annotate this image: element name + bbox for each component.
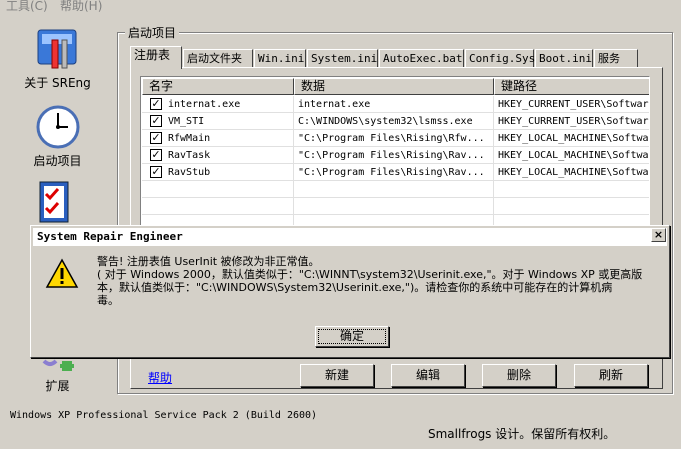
group-title: 启动项目	[125, 24, 180, 41]
dialog-line: 警告! 注册表值 UserInit 被修改为非正常值。	[97, 255, 320, 268]
ok-button[interactable]: 确定	[315, 326, 389, 347]
clock-icon	[36, 105, 79, 149]
cell-name: RavStub	[168, 164, 294, 181]
cell-data: C:\WINDOWS\system32\lsmss.exe	[298, 113, 494, 130]
cell-data: "C:\Program Files\Rising\Rav...	[298, 147, 494, 164]
warning-icon	[45, 258, 79, 288]
menu-tools[interactable]: 工具(C)	[6, 0, 48, 14]
dialog-line: 毒。	[97, 294, 119, 307]
column-name[interactable]: 名字	[142, 78, 294, 95]
sidebar-item-extensions[interactable]: 扩展	[0, 359, 115, 394]
empty-cell	[294, 198, 494, 215]
edit-button[interactable]: 编辑	[391, 364, 465, 387]
table-row[interactable]: ✓ RavStub "C:\Program Files\Rising\Rav..…	[142, 164, 649, 181]
empty-cell	[142, 198, 294, 215]
tab-autoexec-bat[interactable]: AutoExec.bat	[379, 49, 464, 68]
help-link[interactable]: 帮助	[148, 369, 172, 386]
cell-path: HKEY_LOCAL_MACHINE\Softwa	[498, 167, 649, 178]
close-icon[interactable]: ×	[651, 228, 666, 242]
cell-name: RavTask	[168, 147, 294, 164]
puzzle-icon	[42, 359, 74, 371]
dialog-message: 警告! 注册表值 UserInit 被修改为非正常值。 ( 对于 Windows…	[97, 255, 662, 307]
cell-data: "C:\Program Files\Rising\Rav...	[298, 164, 494, 181]
cell-data: internat.exe	[298, 96, 494, 113]
tab-registry[interactable]: 注册表	[130, 46, 182, 69]
cell-data: "C:\Program Files\Rising\Rfw...	[298, 130, 494, 147]
sidebar-item-label: 启动项目	[33, 154, 82, 168]
list-header: 名字 数据 键路径	[142, 78, 649, 95]
cell-path: HKEY_LOCAL_MACHINE\Softwa	[498, 150, 649, 161]
cell-name: VM_STI	[168, 113, 294, 130]
table-row[interactable]: ✓ VM_STI C:\WINDOWS\system32\lsmss.exe H…	[142, 113, 649, 130]
tools-icon	[37, 29, 76, 69]
cell-name: internat.exe	[168, 96, 294, 113]
column-data[interactable]: 数据	[294, 78, 494, 95]
dialog-line: ( 对于 Windows 2000，默认值类似于："C:\WINNT\syste…	[97, 268, 643, 281]
row-checkbox[interactable]: ✓	[150, 149, 162, 161]
tab-boot-ini[interactable]: Boot.ini	[535, 49, 593, 68]
row-checkbox[interactable]: ✓	[150, 98, 162, 110]
table-row[interactable]: ✓ internat.exe internat.exe HKEY_CURRENT…	[142, 96, 649, 113]
refresh-button[interactable]: 刷新	[574, 364, 648, 387]
empty-cell	[142, 181, 294, 198]
row-checkbox[interactable]: ✓	[150, 132, 162, 144]
new-button[interactable]: 新建	[300, 364, 374, 387]
tab-config-sys[interactable]: Config.Sys	[465, 49, 535, 68]
cell-path: HKEY_CURRENT_USER\Softwar	[498, 116, 649, 127]
row-checkbox[interactable]: ✓	[150, 166, 162, 178]
empty-row	[142, 198, 649, 215]
cell-path: HKEY_CURRENT_USER\Softwar	[498, 99, 649, 110]
empty-cell	[294, 181, 494, 198]
os-version-text: Windows XP Professional Service Pack 2 (…	[10, 410, 318, 421]
tab-startup-folder[interactable]: 启动文件夹	[183, 49, 253, 68]
sidebar-item-label: 扩展	[45, 379, 70, 393]
sidebar-item-label: 关于 SREng	[24, 76, 91, 90]
table-row[interactable]: ✓ RfwMain "C:\Program Files\Rising\Rfw..…	[142, 130, 649, 147]
menu-bar: 工具(C) 帮助(H)	[0, 0, 681, 14]
tab-win-ini[interactable]: Win.ini	[254, 49, 306, 68]
checklist-icon	[39, 181, 68, 223]
dialog-line: 本，默认值类似于："C:\WINDOWS\System32\Userinit.e…	[97, 281, 613, 294]
cell-path: HKEY_LOCAL_MACHINE\Softwa	[498, 133, 649, 144]
tab-services[interactable]: 服务	[594, 49, 638, 68]
sidebar-item-checklist[interactable]	[0, 180, 115, 226]
credit-text: Smallfrogs 设计。保留所有权利。	[428, 427, 616, 441]
empty-row	[142, 181, 649, 198]
cell-name: RfwMain	[168, 130, 294, 147]
dialog-title: System Repair Engineer	[33, 228, 667, 246]
row-checkbox[interactable]: ✓	[150, 115, 162, 127]
warning-dialog: System Repair Engineer × 警告! 注册表值 UserIn…	[30, 225, 670, 358]
startup-list[interactable]: 名字 数据 键路径 ✓ internat.exe internat.exe HK…	[140, 76, 650, 236]
tab-system-ini[interactable]: System.ini	[307, 49, 378, 68]
delete-button[interactable]: 删除	[482, 364, 556, 387]
table-row[interactable]: ✓ RavTask "C:\Program Files\Rising\Rav..…	[142, 147, 649, 164]
menu-help[interactable]: 帮助(H)	[60, 0, 102, 14]
sidebar-item-about[interactable]: 关于 SREng	[0, 26, 115, 91]
column-path[interactable]: 键路径	[494, 78, 649, 95]
sidebar-item-startup[interactable]: 启动项目	[0, 104, 115, 169]
